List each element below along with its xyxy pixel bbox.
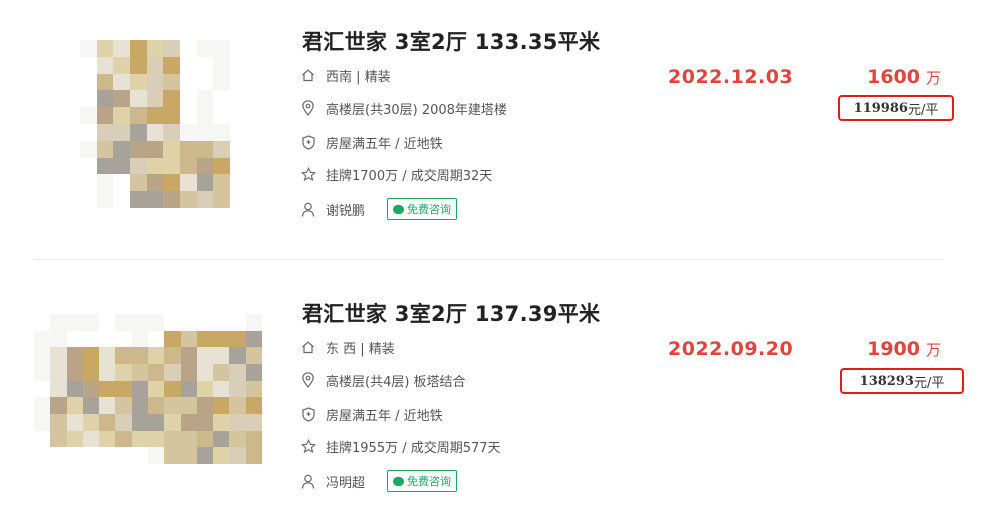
chat-bubble-icon	[393, 204, 405, 214]
floor-row: 高楼层(共4层) 板塔结合	[300, 369, 466, 391]
agent-name[interactable]: 冯明超	[326, 472, 365, 491]
consult-label: 免费咨询	[407, 203, 452, 216]
shield-icon	[300, 406, 316, 422]
home-icon	[300, 67, 316, 83]
listing-divider	[34, 259, 944, 260]
listing-card[interactable]: 君汇世家 3室2厅 133.35平米 西南 | 精装 高楼层(共30层) 200…	[0, 0, 989, 250]
agent-name[interactable]: 谢锐鹏	[326, 200, 365, 219]
orientation-row: 西南 | 精装	[300, 64, 391, 86]
consult-label: 免费咨询	[407, 475, 452, 488]
tags-row: 房屋满五年 / 近地铁	[300, 403, 443, 425]
tags-text: 房屋满五年 / 近地铁	[326, 136, 443, 152]
home-icon	[300, 339, 316, 355]
deal-date: 2022.12.03	[668, 66, 794, 88]
free-consult-button[interactable]: 免费咨询	[387, 470, 458, 492]
listing-info-text: 挂牌1700万 / 成交周期32天	[326, 168, 493, 184]
user-icon	[300, 473, 316, 489]
deal-date: 2022.09.20	[668, 338, 794, 360]
tags-text: 房屋满五年 / 近地铁	[326, 408, 443, 424]
orientation-row: 东 西 | 精装	[300, 336, 395, 358]
listing-card[interactable]: 君汇世家 3室2厅 137.39平米 东 西 | 精装 高楼层(共4层) 板塔结…	[0, 272, 989, 522]
unit-price-value: 138293	[859, 373, 914, 389]
user-icon	[300, 201, 316, 217]
listing-info-text: 挂牌1955万 / 成交周期577天	[326, 440, 501, 456]
total-price-value: 1600	[867, 66, 920, 88]
unit-price-unit: 元/平	[907, 102, 939, 118]
unit-price-box: 138293 元/平	[840, 368, 964, 394]
free-consult-button[interactable]: 免费咨询	[387, 198, 458, 220]
location-pin-icon	[300, 372, 316, 388]
floor-row: 高楼层(共30层) 2008年建塔楼	[300, 97, 507, 119]
location-pin-icon	[300, 100, 316, 116]
star-icon	[300, 438, 316, 454]
floor-text: 高楼层(共30层) 2008年建塔楼	[326, 102, 507, 118]
tags-row: 房屋满五年 / 近地铁	[300, 131, 443, 153]
property-thumbnail[interactable]	[80, 40, 230, 208]
unit-price-box: 119986 元/平	[838, 95, 954, 121]
property-thumbnail[interactable]	[34, 314, 262, 464]
total-price: 1600 万	[867, 66, 941, 88]
orientation-text: 东 西 | 精装	[326, 341, 395, 357]
star-icon	[300, 166, 316, 182]
orientation-text: 西南 | 精装	[326, 69, 391, 85]
total-price-unit: 万	[925, 69, 941, 87]
total-price-unit: 万	[925, 341, 941, 359]
listing-title[interactable]: 君汇世家 3室2厅 133.35平米	[302, 26, 600, 56]
listing-title[interactable]: 君汇世家 3室2厅 137.39平米	[302, 298, 600, 328]
total-price: 1900 万	[867, 338, 941, 360]
chat-bubble-icon	[393, 476, 405, 486]
shield-icon	[300, 134, 316, 150]
unit-price-unit: 元/平	[913, 375, 945, 391]
agent-row: 谢锐鹏 免费咨询	[300, 198, 458, 220]
listing-info-row: 挂牌1700万 / 成交周期32天	[300, 163, 492, 185]
agent-row: 冯明超 免费咨询	[300, 470, 458, 492]
floor-text: 高楼层(共4层) 板塔结合	[326, 374, 466, 390]
unit-price-value: 119986	[853, 100, 908, 116]
total-price-value: 1900	[867, 338, 920, 360]
listing-info-row: 挂牌1955万 / 成交周期577天	[300, 435, 501, 457]
